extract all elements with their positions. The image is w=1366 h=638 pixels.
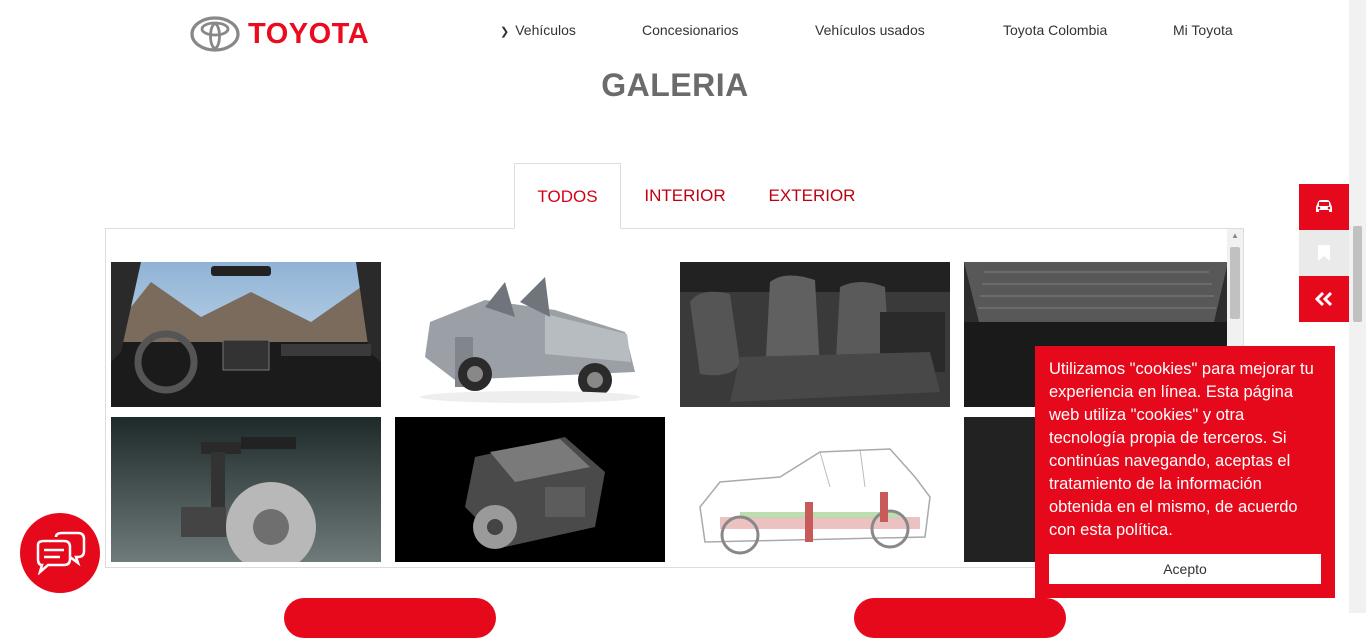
- seats-interior-image: [680, 262, 950, 407]
- gallery-scroll-thumb[interactable]: [1230, 247, 1240, 319]
- bottom-action-button-right[interactable]: [854, 598, 1066, 638]
- side-collapse-button[interactable]: [1299, 276, 1349, 322]
- tab-todos[interactable]: TODOS: [514, 163, 621, 229]
- nav-vehiculos-label: Vehículos: [515, 22, 576, 38]
- page-scroll-thumb[interactable]: [1353, 226, 1362, 322]
- chat-bubbles-icon: [36, 531, 86, 575]
- page-scrollbar[interactable]: [1349, 0, 1366, 613]
- gallery-image-dashboard[interactable]: [111, 262, 381, 407]
- nav-toyota-colombia[interactable]: Toyota Colombia: [1003, 22, 1107, 38]
- gallery-image-suspension[interactable]: [111, 417, 381, 562]
- gallery-image-pickup[interactable]: [395, 262, 665, 407]
- engine-image: [395, 417, 665, 562]
- nav-mi-toyota[interactable]: Mi Toyota: [1173, 22, 1233, 38]
- cookie-message: Utilizamos "cookies" para mejorar tu exp…: [1049, 360, 1314, 539]
- cookie-accept-button[interactable]: Acepto: [1049, 554, 1321, 584]
- gallery-image-chassis[interactable]: [680, 417, 950, 562]
- brand-name: TOYOTA: [248, 17, 370, 50]
- dashboard-interior-image: [111, 262, 381, 407]
- car-icon: [1316, 200, 1332, 212]
- gallery-image-seats[interactable]: [680, 262, 950, 407]
- toyota-emblem-icon: [190, 16, 240, 52]
- chevron-down-icon: ❯: [500, 26, 510, 38]
- nav-concesionarios[interactable]: Concesionarios: [642, 22, 739, 38]
- tab-exterior[interactable]: EXTERIOR: [762, 163, 862, 229]
- gallery-image-engine[interactable]: [395, 417, 665, 562]
- tab-interior[interactable]: INTERIOR: [638, 163, 732, 229]
- double-chevron-left-icon: [1315, 292, 1333, 306]
- cookie-banner: Utilizamos "cookies" para mejorar tu exp…: [1035, 346, 1335, 598]
- suspension-brake-image: [111, 417, 381, 562]
- bottom-action-button-left[interactable]: [284, 598, 496, 638]
- chat-button[interactable]: [20, 513, 100, 593]
- nav-vehiculos-usados[interactable]: Vehículos usados: [815, 22, 925, 38]
- pickup-doors-open-image: [395, 262, 665, 407]
- side-car-button[interactable]: [1299, 184, 1349, 230]
- scroll-up-arrow-icon[interactable]: ▲: [1227, 231, 1243, 240]
- toyota-logo[interactable]: TOYOTA: [190, 16, 369, 52]
- nav-vehiculos[interactable]: ❯ Vehículos: [500, 22, 576, 38]
- page-title: GALERIA: [601, 67, 749, 103]
- side-bookmark-button[interactable]: [1299, 230, 1349, 276]
- chassis-diagram-image: [680, 417, 950, 562]
- bookmark-icon: [1318, 245, 1330, 261]
